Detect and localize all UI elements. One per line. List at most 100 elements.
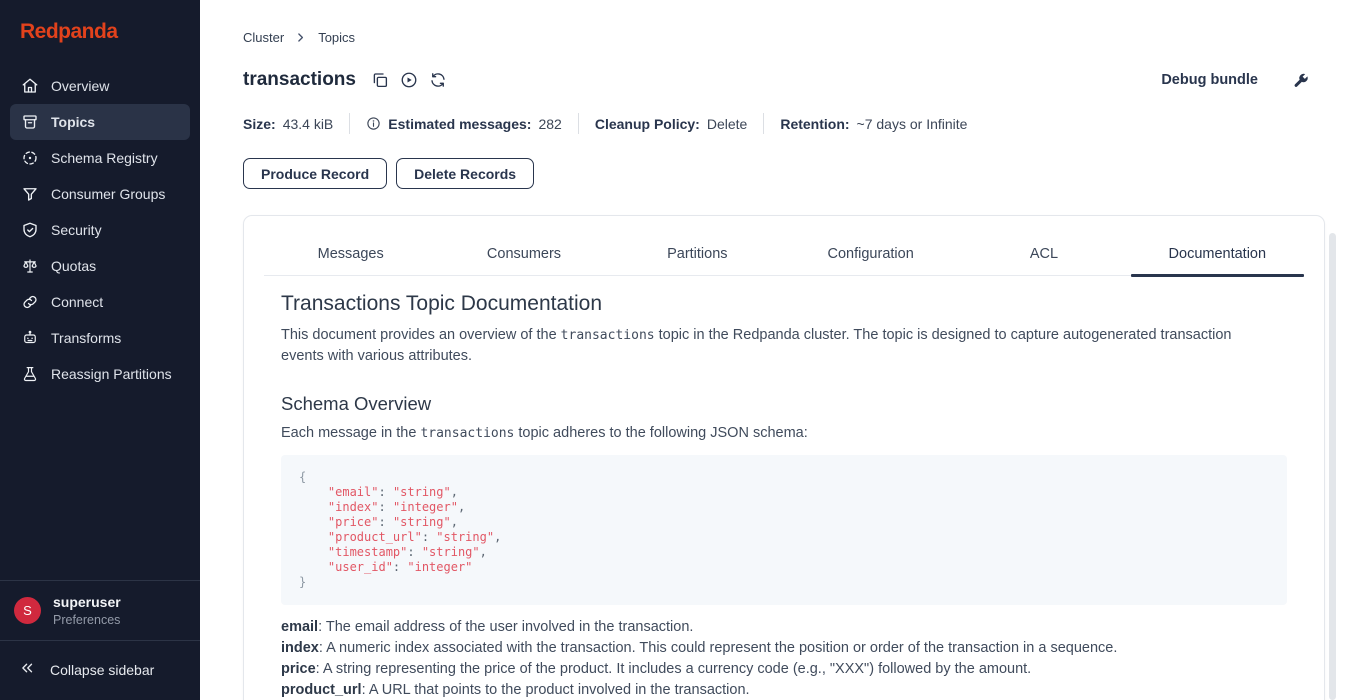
sidebar-item-connect[interactable]: Connect <box>10 284 190 320</box>
field-desc: : A URL that points to the product invol… <box>362 682 750 698</box>
debug-bundle-area: Debug bundle <box>1161 72 1309 89</box>
topic-actions: Produce Record Delete Records <box>243 158 1366 189</box>
topic-detail-card: Messages Consumers Partitions Configurat… <box>243 215 1325 700</box>
code-value: "string" <box>436 530 494 544</box>
code-value: "integer" <box>407 560 472 574</box>
preferences-link[interactable]: Preferences <box>53 613 121 627</box>
stat-value: Delete <box>707 116 747 132</box>
breadcrumb-topics[interactable]: Topics <box>318 30 355 45</box>
wrench-icon[interactable] <box>1292 72 1309 89</box>
code-line: } <box>299 575 1269 590</box>
divider <box>349 113 350 134</box>
filter-funnel-icon <box>21 185 39 203</box>
stat-label: Retention: <box>780 116 849 132</box>
topics-icon <box>21 113 39 131</box>
scrollbar[interactable] <box>1329 233 1336 700</box>
sidebar-item-reassign-partitions[interactable]: Reassign Partitions <box>10 356 190 392</box>
sidebar: Redpanda Overview Topics Schema Registry… <box>0 0 200 700</box>
code-comma: , <box>458 500 465 514</box>
code-line: "price": "string", <box>299 515 1269 530</box>
field-row: index: A numeric index associated with t… <box>281 638 1287 659</box>
schema-overview-heading: Schema Overview <box>281 393 1287 415</box>
inline-code: transactions <box>561 328 655 343</box>
code-sep: : <box>378 500 392 514</box>
field-name: email <box>281 619 318 635</box>
code-sep: : <box>378 515 392 529</box>
field-desc: : A numeric index associated with the tr… <box>319 640 1118 656</box>
field-descriptions: email: The email address of the user inv… <box>281 617 1287 700</box>
user-name: superuser <box>53 594 121 610</box>
doc-title: Transactions Topic Documentation <box>281 292 1287 316</box>
chevrons-left-icon <box>18 659 36 680</box>
field-desc: : The email address of the user involved… <box>318 619 693 635</box>
redpanda-logo: Redpanda <box>0 0 200 54</box>
sidebar-item-security[interactable]: Security <box>10 212 190 248</box>
code-comma: , <box>480 545 487 559</box>
main-content: Cluster Topics transactions Debug bundle… <box>200 0 1366 700</box>
divider <box>763 113 764 134</box>
title-row: transactions Debug bundle <box>243 69 1366 91</box>
schema-intro-text: topic adheres to the following JSON sche… <box>514 425 807 441</box>
stat-cleanup-policy: Cleanup Policy: Delete <box>595 116 748 132</box>
code-key: "product_url" <box>299 530 422 544</box>
tab-documentation[interactable]: Documentation <box>1131 236 1304 275</box>
play-circle-icon[interactable] <box>400 71 418 89</box>
field-row: email: The email address of the user inv… <box>281 617 1287 638</box>
collapse-sidebar-button[interactable]: Collapse sidebar <box>0 641 200 700</box>
sidebar-item-label: Security <box>51 222 102 238</box>
code-sep: : <box>407 545 421 559</box>
code-value: "string" <box>422 545 480 559</box>
field-name: index <box>281 640 319 656</box>
link-icon <box>21 293 39 311</box>
tab-acl[interactable]: ACL <box>957 236 1130 275</box>
delete-records-button[interactable]: Delete Records <box>396 158 534 189</box>
sidebar-item-overview[interactable]: Overview <box>10 68 190 104</box>
tab-bar: Messages Consumers Partitions Configurat… <box>264 236 1304 276</box>
sidebar-item-schema-registry[interactable]: Schema Registry <box>10 140 190 176</box>
sidebar-item-label: Connect <box>51 294 103 310</box>
code-comma: , <box>494 530 501 544</box>
code-key: "email" <box>299 485 378 499</box>
tab-messages[interactable]: Messages <box>264 236 437 275</box>
sidebar-item-label: Reassign Partitions <box>51 366 172 382</box>
tab-partitions[interactable]: Partitions <box>611 236 784 275</box>
sidebar-item-label: Consumer Groups <box>51 186 165 202</box>
sidebar-nav: Overview Topics Schema Registry Consumer… <box>0 54 200 392</box>
sidebar-item-label: Overview <box>51 78 109 94</box>
refresh-icon[interactable] <box>429 71 447 89</box>
code-value: "string" <box>393 515 451 529</box>
debug-bundle-link[interactable]: Debug bundle <box>1161 72 1258 88</box>
code-sep: : <box>378 485 392 499</box>
sidebar-item-label: Schema Registry <box>51 150 158 166</box>
code-line: "index": "integer", <box>299 500 1269 515</box>
breadcrumb: Cluster Topics <box>243 0 1366 45</box>
tab-consumers[interactable]: Consumers <box>437 236 610 275</box>
sidebar-item-label: Quotas <box>51 258 96 274</box>
sidebar-item-topics[interactable]: Topics <box>10 104 190 140</box>
breadcrumb-cluster[interactable]: Cluster <box>243 30 284 45</box>
code-key: "index" <box>299 500 378 514</box>
tab-configuration[interactable]: Configuration <box>784 236 957 275</box>
produce-record-button[interactable]: Produce Record <box>243 158 387 189</box>
scales-icon <box>21 257 39 275</box>
code-value: "string" <box>393 485 451 499</box>
user-menu[interactable]: S superuser Preferences <box>0 581 200 640</box>
code-line: "user_id": "integer" <box>299 560 1269 575</box>
copy-icon[interactable] <box>371 71 389 89</box>
stat-value: 43.4 kiB <box>283 116 334 132</box>
stat-label: Estimated messages: <box>388 116 531 132</box>
code-line: { <box>299 470 1269 485</box>
sidebar-item-quotas[interactable]: Quotas <box>10 248 190 284</box>
sidebar-footer: S superuser Preferences Collapse sidebar <box>0 580 200 700</box>
sidebar-item-consumer-groups[interactable]: Consumer Groups <box>10 176 190 212</box>
robot-icon <box>21 329 39 347</box>
stat-label: Cleanup Policy: <box>595 116 700 132</box>
documentation-panel: Transactions Topic Documentation This do… <box>244 276 1324 700</box>
divider <box>578 113 579 134</box>
flask-icon <box>21 365 39 383</box>
code-key: "timestamp" <box>299 545 407 559</box>
code-key: "price" <box>299 515 378 529</box>
schema-intro: Each message in the transactions topic a… <box>281 423 1276 444</box>
sidebar-item-transforms[interactable]: Transforms <box>10 320 190 356</box>
code-line: "product_url": "string", <box>299 530 1269 545</box>
